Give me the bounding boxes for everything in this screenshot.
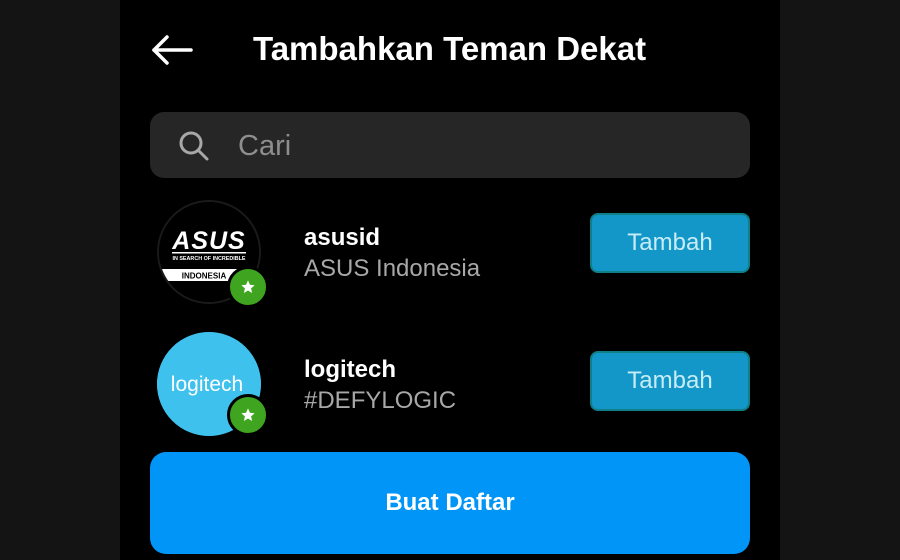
close-friend-badge xyxy=(227,394,269,436)
add-button[interactable]: Tambah xyxy=(590,213,750,273)
search-icon xyxy=(179,131,209,161)
header: Tambahkan Teman Dekat xyxy=(120,0,780,96)
username: asusid xyxy=(304,224,381,251)
search-bar[interactable] xyxy=(150,112,750,180)
page-title: Tambahkan Teman Dekat xyxy=(253,30,647,67)
svg-text:IN SEARCH OF INCREDIBLE: IN SEARCH OF INCREDIBLE xyxy=(172,256,245,262)
search-input[interactable] xyxy=(236,112,730,180)
svg-text:ASUS: ASUS xyxy=(171,227,245,255)
app-screen: Tambahkan Teman Dekat ASUS IN SEARCH OF … xyxy=(120,0,780,560)
username: logitech xyxy=(304,356,397,383)
add-button[interactable]: Tambah xyxy=(590,351,750,411)
full-name: #DEFYLOGIC xyxy=(304,387,457,414)
list-item: ASUS IN SEARCH OF INCREDIBLE INDONESIA a… xyxy=(120,200,780,310)
full-name: ASUS Indonesia xyxy=(304,255,481,282)
back-button[interactable] xyxy=(148,28,196,72)
star-icon xyxy=(241,408,255,421)
list-item: logitech logitech #DEFYLOGIC Tambah xyxy=(120,332,780,442)
close-friend-badge xyxy=(227,266,269,308)
arrow-left-icon xyxy=(152,35,193,65)
star-icon xyxy=(241,280,255,293)
create-list-button[interactable]: Buat Daftar xyxy=(150,452,750,554)
svg-text:logitech: logitech xyxy=(171,373,243,396)
svg-text:INDONESIA: INDONESIA xyxy=(182,272,227,281)
